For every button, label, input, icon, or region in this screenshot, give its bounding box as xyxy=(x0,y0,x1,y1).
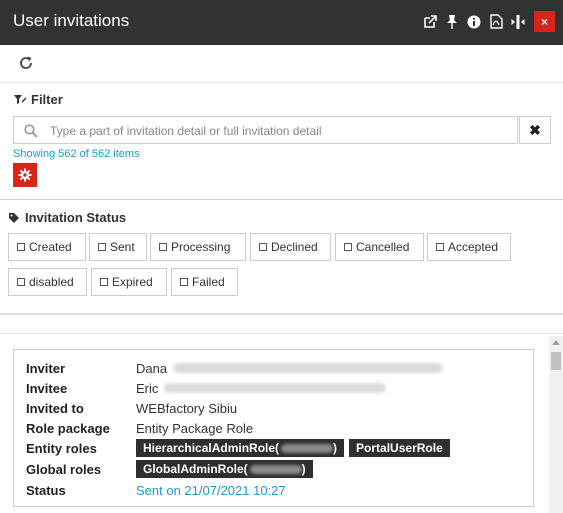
title-bar-icons: × xyxy=(422,11,555,32)
vertical-scrollbar[interactable] xyxy=(549,336,563,513)
entity-roles-value: HierarchicalAdminRole( ) PortalUserRole xyxy=(136,439,455,457)
filter-heading: Filter xyxy=(13,92,63,107)
status-chip-processing[interactable]: Processing xyxy=(150,233,246,261)
title-bar: User invitations × xyxy=(0,0,563,45)
scrollbar-thumb[interactable] xyxy=(551,352,561,370)
status-chip-declined[interactable]: Declined xyxy=(250,233,331,261)
entity-roles-row: Entity roles HierarchicalAdminRole( ) Po… xyxy=(26,438,455,458)
entity-roles-label: Entity roles xyxy=(26,440,97,456)
status-chip-created[interactable]: Created xyxy=(8,233,86,261)
status-chip-sent[interactable]: Sent xyxy=(89,233,147,261)
redacted-text xyxy=(173,363,444,373)
checkbox-icon xyxy=(259,243,267,251)
role-badge: GlobalAdminRole( ) xyxy=(136,460,313,478)
invitee-label: Invitee xyxy=(26,380,68,396)
status-chip-accepted[interactable]: Accepted xyxy=(427,233,511,261)
invited-to-value: WEBfactory Sibiu xyxy=(136,400,238,416)
export-icon[interactable] xyxy=(422,13,438,31)
status-chip-cancelled[interactable]: Cancelled xyxy=(335,233,424,261)
invited-to-label: Invited to xyxy=(26,400,84,416)
checkbox-icon xyxy=(17,278,25,286)
redacted-text xyxy=(249,464,302,474)
inviter-value: Dana xyxy=(136,361,444,376)
redacted-text xyxy=(281,443,334,453)
invitation-status-title: Invitation Status xyxy=(25,210,127,225)
divider xyxy=(0,313,563,315)
close-icon: × xyxy=(540,14,548,29)
global-roles-value: GlobalAdminRole( ) xyxy=(136,460,318,478)
checkbox-icon xyxy=(436,243,444,251)
role-package-value: Entity Package Role xyxy=(136,420,254,436)
global-roles-row: Global roles GlobalAdminRole( ) xyxy=(26,459,318,479)
role-badge: PortalUserRole xyxy=(349,439,450,457)
checkbox-icon xyxy=(344,243,352,251)
gear-icon xyxy=(18,168,32,182)
role-badge: HierarchicalAdminRole( ) xyxy=(136,439,345,457)
status-chip-failed[interactable]: Failed xyxy=(171,268,238,296)
clear-search-button[interactable]: ✖ xyxy=(519,116,551,144)
window-title: User invitations xyxy=(13,11,130,30)
toolbar xyxy=(0,45,563,83)
pin-icon[interactable] xyxy=(444,13,460,31)
items-count: Showing 562 of 562 items xyxy=(13,148,140,160)
info-icon[interactable] xyxy=(466,13,482,31)
global-roles-label: Global roles xyxy=(26,461,102,477)
filter-icon xyxy=(14,94,27,104)
search-icon xyxy=(24,124,38,138)
status-label: Status xyxy=(26,482,66,498)
invitation-card[interactable]: Inviter Dana Invitee Eric Invited to WEB… xyxy=(13,349,534,507)
invited-to-row: Invited to WEBfactory Sibiu xyxy=(26,398,237,418)
search-box xyxy=(13,116,518,144)
redacted-text xyxy=(164,383,387,393)
resize-icon[interactable] xyxy=(510,13,526,31)
pdf-icon[interactable] xyxy=(488,13,504,31)
status-chip-disabled[interactable]: disabled xyxy=(8,268,87,296)
status-chip-expired[interactable]: Expired xyxy=(91,268,167,296)
tags-icon xyxy=(9,212,19,223)
role-package-row: Role package Entity Package Role xyxy=(26,418,253,438)
scroll-up-icon[interactable] xyxy=(552,340,560,345)
inviter-row: Inviter Dana xyxy=(26,358,444,378)
search-input[interactable] xyxy=(48,121,512,141)
checkbox-icon xyxy=(98,243,106,251)
checkbox-icon xyxy=(159,243,167,251)
status-row: Status Sent on 21/07/2021 10:27 xyxy=(26,480,286,500)
checkbox-icon xyxy=(100,278,108,286)
status-value: Sent on 21/07/2021 10:27 xyxy=(136,482,286,498)
invitee-value: Eric xyxy=(136,381,387,396)
role-package-label: Role package xyxy=(26,420,110,436)
filter-label: Filter xyxy=(31,92,63,107)
refresh-icon[interactable] xyxy=(18,55,36,73)
invitee-row: Invitee Eric xyxy=(26,378,387,398)
inviter-label: Inviter xyxy=(26,360,66,376)
settings-button[interactable] xyxy=(13,163,37,187)
close-button[interactable]: × xyxy=(534,11,555,32)
checkbox-icon xyxy=(180,278,188,286)
divider xyxy=(0,199,563,200)
divider xyxy=(0,333,563,334)
clear-icon: ✖ xyxy=(529,121,541,138)
invitation-status-heading: Invitation Status xyxy=(8,210,126,225)
checkbox-icon xyxy=(17,243,25,251)
